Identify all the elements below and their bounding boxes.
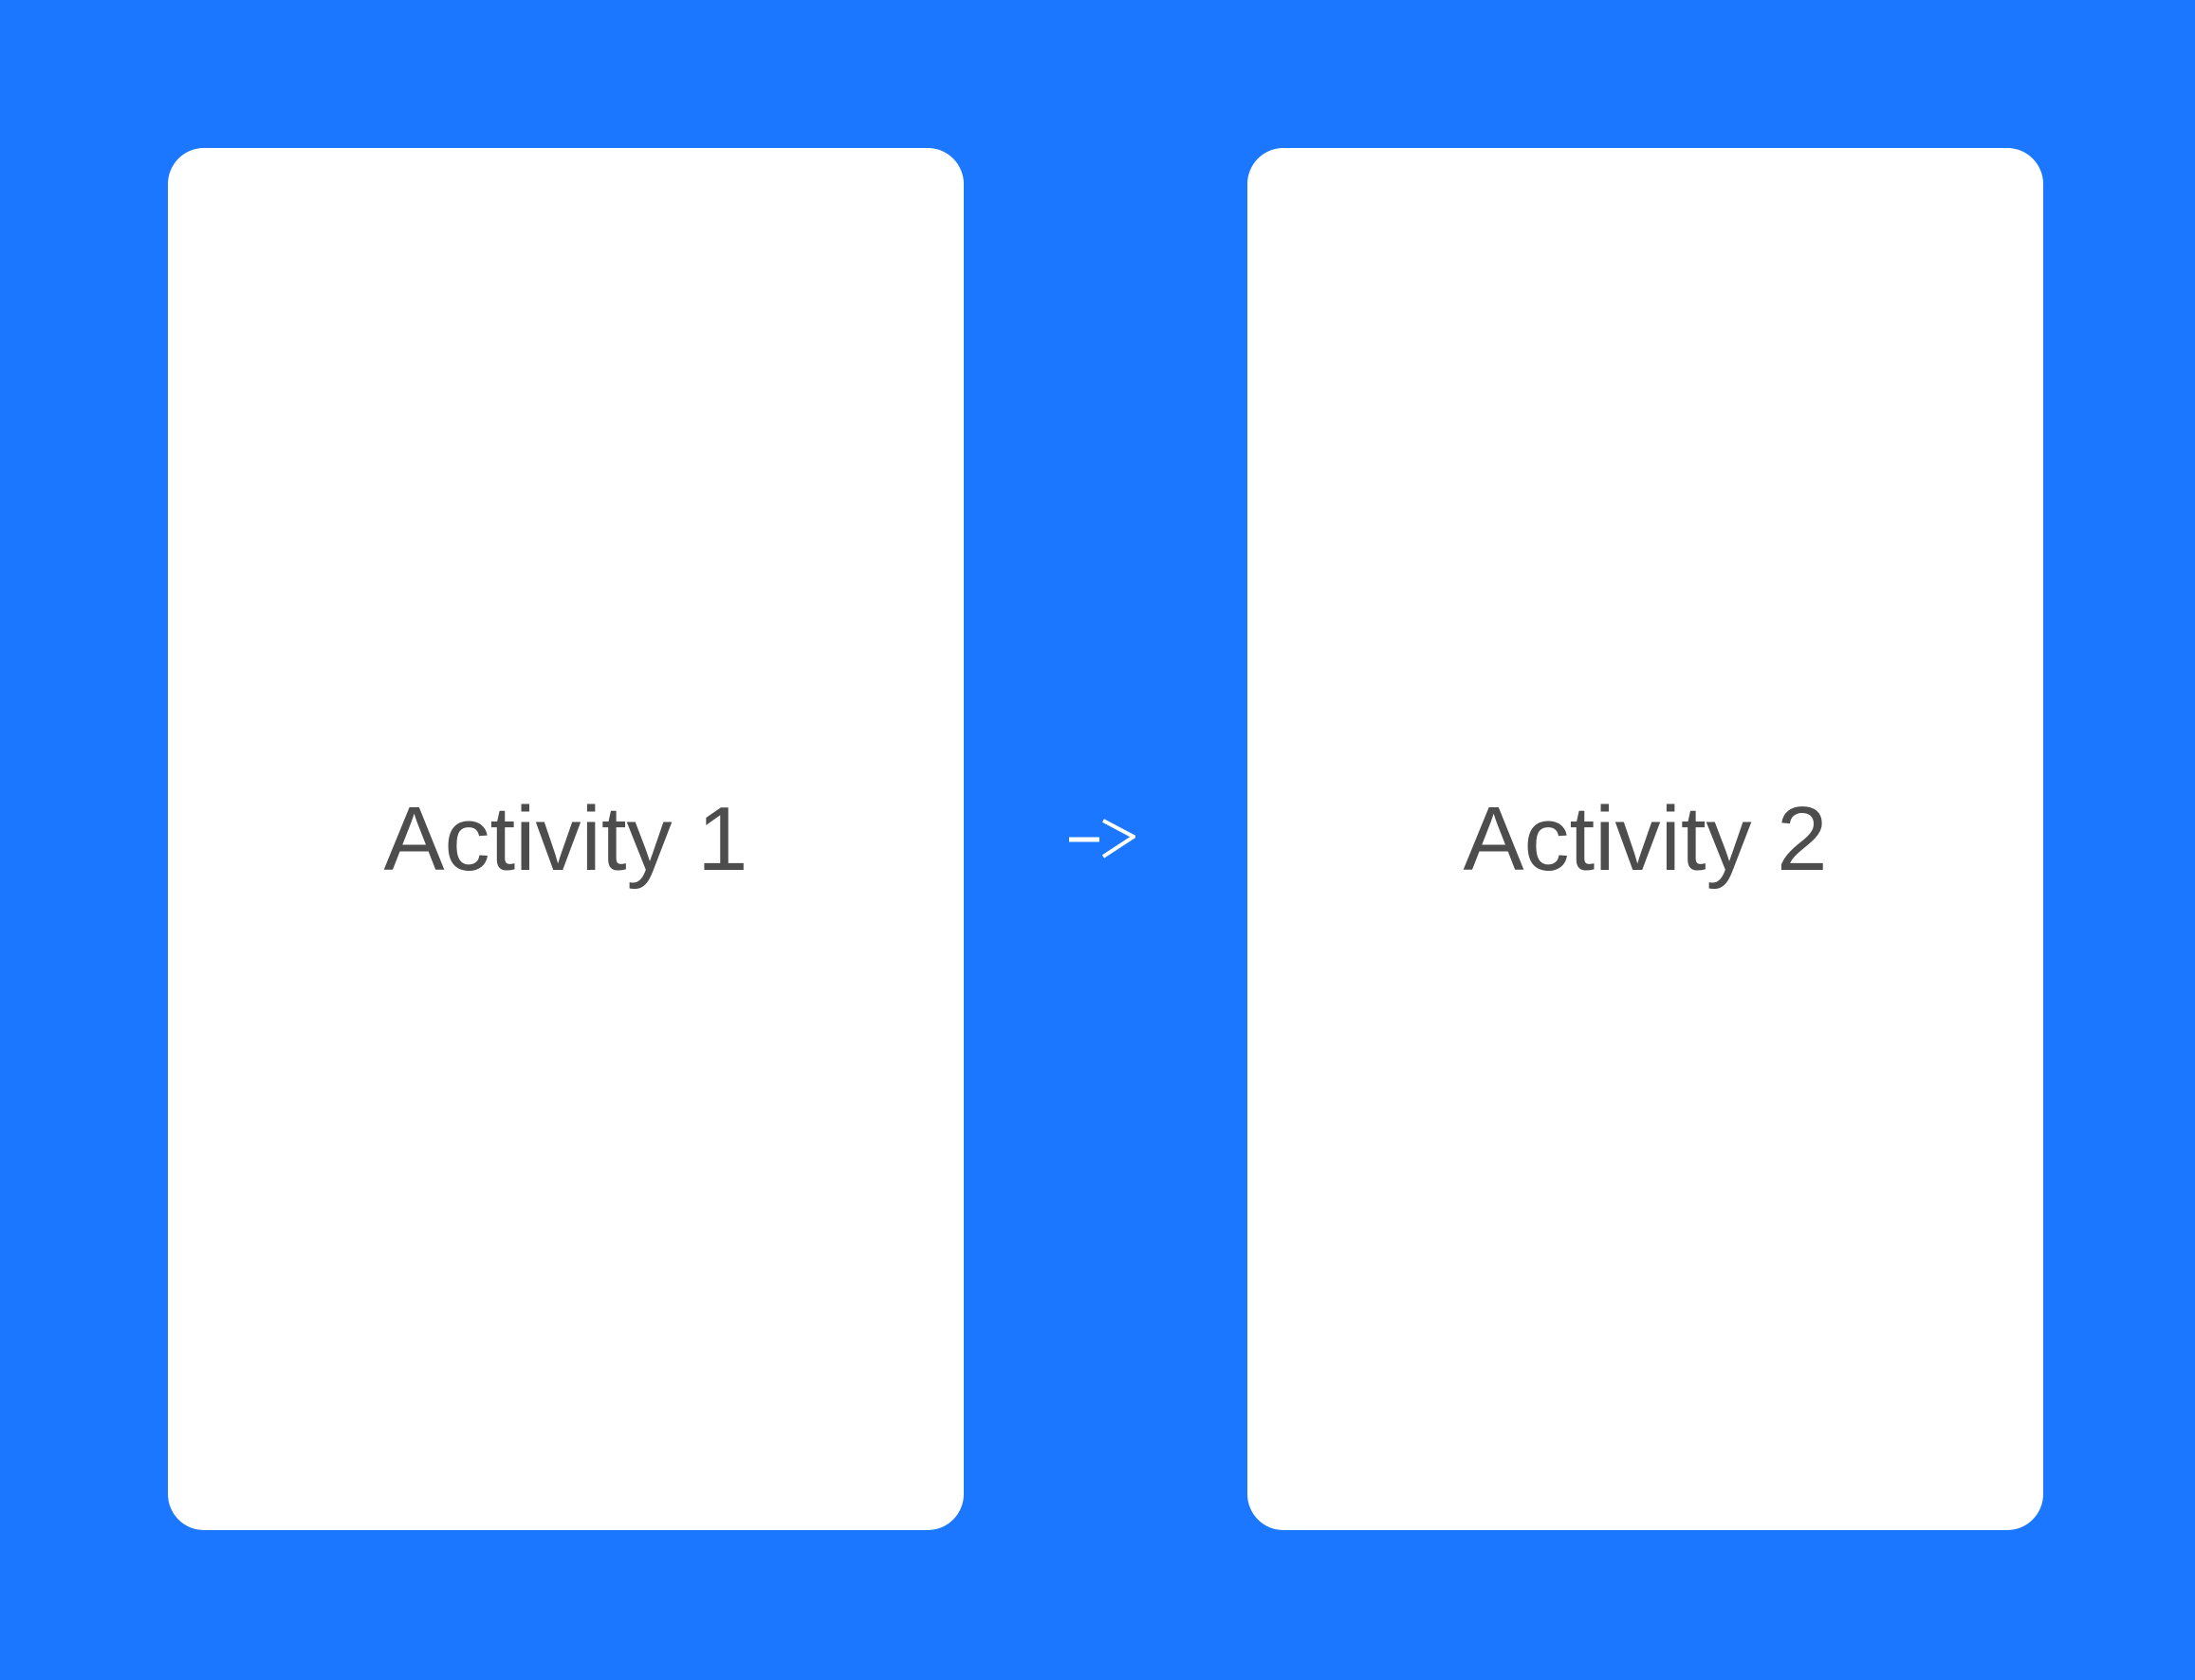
activity-1-label: Activity 1 [383,787,748,890]
activity-2-card: Activity 2 [1247,148,2043,1530]
activity-1-card: Activity 1 [168,148,964,1530]
arrow-right-icon [1069,819,1135,858]
activity-2-label: Activity 2 [1463,787,1828,890]
